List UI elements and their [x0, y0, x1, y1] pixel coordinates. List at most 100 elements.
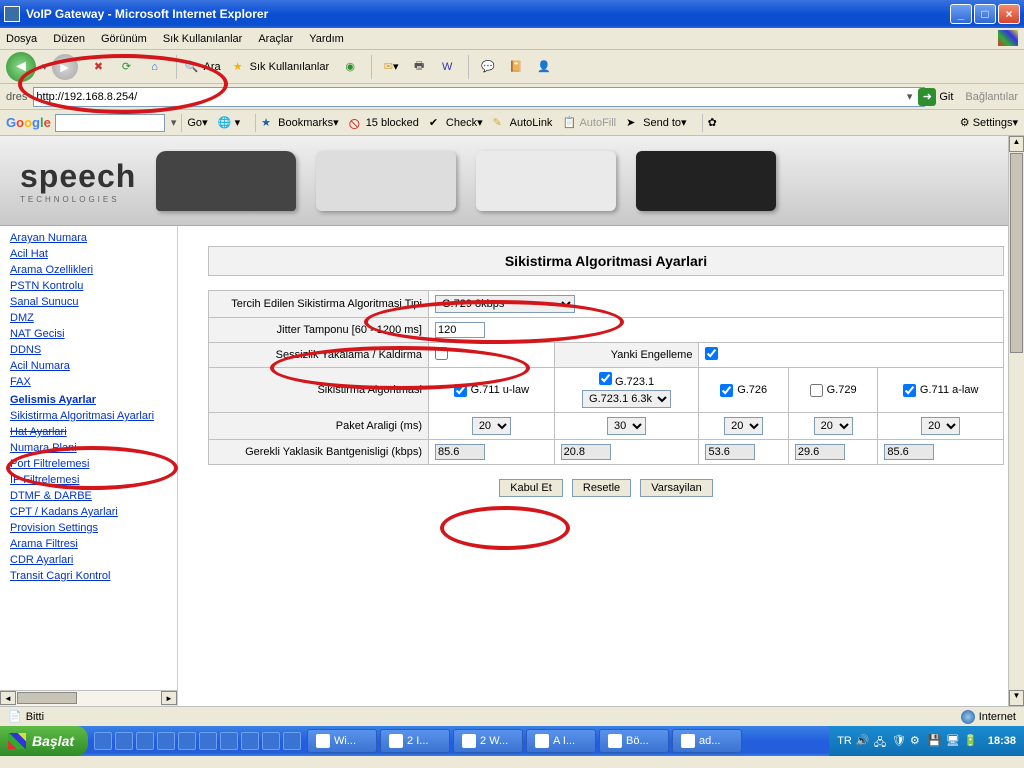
hscroll-thumb[interactable]	[17, 692, 77, 704]
ql-icon[interactable]	[157, 732, 175, 750]
codec3-checkbox[interactable]	[720, 384, 733, 397]
sidebar-item[interactable]: FAX	[0, 374, 177, 390]
forward-button[interactable]: ►	[52, 54, 78, 80]
sidebar-item[interactable]: Acil Numara	[0, 358, 177, 374]
menu-gorunum[interactable]: Görünüm	[101, 33, 147, 45]
task-button[interactable]: Bö...	[599, 729, 669, 753]
bookmarks-button[interactable]: ★Bookmarks▾	[261, 116, 339, 130]
sendto-button[interactable]: ➤Send to▾	[626, 116, 686, 130]
packet5-select[interactable]: 20	[921, 417, 960, 435]
sidebar-item-codec[interactable]: Sikistirma Algoritmasi Ayarlari	[0, 408, 177, 424]
vscroll-down[interactable]: ▼	[1009, 690, 1024, 706]
page-vscroll[interactable]: ▲ ▼	[1008, 136, 1024, 706]
back-dropdown[interactable]: ▾	[42, 60, 48, 73]
task-button[interactable]: ad...	[672, 729, 742, 753]
sidebar-section[interactable]: Gelismis Ayarlar	[0, 390, 177, 408]
sidebar-item[interactable]: Acil Hat	[0, 246, 177, 262]
start-button[interactable]: Başlat	[0, 726, 88, 756]
tray-icon[interactable]: 🖧	[874, 734, 888, 748]
history-button[interactable]: ◉	[337, 54, 363, 80]
ql-icon[interactable]	[283, 732, 301, 750]
minimize-button[interactable]: _	[950, 4, 972, 24]
favorites-button[interactable]: ★Sık Kullanılanlar	[229, 58, 330, 76]
ql-icon[interactable]	[241, 732, 259, 750]
tray-icon[interactable]: 🛡	[892, 734, 906, 748]
edit-button[interactable]: W	[434, 54, 460, 80]
sidebar-item[interactable]: DDNS	[0, 342, 177, 358]
default-button[interactable]: Varsayilan	[640, 479, 713, 497]
task-button[interactable]: 2 W...	[453, 729, 523, 753]
reset-button[interactable]: Resetle	[572, 479, 631, 497]
ql-icon[interactable]	[136, 732, 154, 750]
home-button[interactable]: ⌂	[142, 54, 168, 80]
messenger-button[interactable]: 👤	[531, 54, 557, 80]
sidebar-item[interactable]: NAT Gecisi	[0, 326, 177, 342]
tray-icon[interactable]: 🔋	[964, 734, 978, 748]
sidebar-item[interactable]: Arayan Numara	[0, 230, 177, 246]
sidebar-item[interactable]: Arama Ozellikleri	[0, 262, 177, 278]
task-button[interactable]: 2 I...	[380, 729, 450, 753]
menu-sik[interactable]: Sık Kullanılanlar	[163, 33, 243, 45]
menu-araclar[interactable]: Araçlar	[258, 33, 293, 45]
ql-icon[interactable]	[178, 732, 196, 750]
address-input[interactable]	[33, 87, 924, 107]
menu-yardim[interactable]: Yardım	[309, 33, 344, 45]
sidebar-hscroll[interactable]: ◄ ►	[0, 690, 177, 706]
discuss-button[interactable]: 💬	[475, 54, 501, 80]
packet3-select[interactable]: 20	[724, 417, 763, 435]
codec5-checkbox[interactable]	[903, 384, 916, 397]
ql-icon[interactable]	[220, 732, 238, 750]
google-more-button[interactable]: ✿	[708, 116, 717, 129]
sidebar-item[interactable]: Arama Filtresi	[0, 536, 177, 552]
sidebar-item[interactable]: Provision Settings	[0, 520, 177, 536]
vscroll-thumb[interactable]	[1010, 153, 1023, 353]
ql-icon[interactable]	[199, 732, 217, 750]
spellcheck-button[interactable]: ✔Check ▾	[429, 116, 483, 130]
print-button[interactable]: 🖶	[406, 54, 432, 80]
mail-button[interactable]: ✉▾	[378, 54, 404, 80]
task-button[interactable]: A I...	[526, 729, 596, 753]
autolink-button[interactable]: ✎AutoLink	[493, 116, 553, 130]
echo-checkbox[interactable]	[705, 347, 718, 360]
ql-icon[interactable]	[94, 732, 112, 750]
go-button[interactable]: ➜ Git	[918, 88, 953, 106]
sidebar-item[interactable]: Port Filtrelemesi	[0, 456, 177, 472]
sidebar-item[interactable]: DTMF & DARBE	[0, 488, 177, 504]
popup-blocked-button[interactable]: 🛇15 blocked	[349, 116, 419, 130]
refresh-button[interactable]: ⟳	[114, 54, 140, 80]
google-settings-button[interactable]: ⚙ Settings▾	[960, 116, 1018, 129]
vscroll-up[interactable]: ▲	[1009, 136, 1024, 152]
jitter-input[interactable]	[435, 322, 485, 338]
sidebar-item[interactable]: Transit Cagri Kontrol	[0, 568, 177, 584]
clock[interactable]: 18:38	[988, 735, 1016, 747]
sidebar-item[interactable]: DMZ	[0, 310, 177, 326]
sidebar-item[interactable]: PSTN Kontrolu	[0, 278, 177, 294]
codec2-checkbox[interactable]	[599, 372, 612, 385]
google-search-input[interactable]	[55, 114, 165, 132]
packet2-select[interactable]: 30	[607, 417, 646, 435]
hscroll-left[interactable]: ◄	[0, 691, 16, 705]
sidebar-item[interactable]: CDR Ayarlari	[0, 552, 177, 568]
links-label[interactable]: Bağlantılar	[965, 91, 1018, 103]
google-go-button[interactable]: Go ▾	[187, 116, 207, 129]
close-button[interactable]: ×	[998, 4, 1020, 24]
back-button[interactable]: ◄	[6, 52, 36, 82]
sidebar-item[interactable]: CPT / Kadans Ayarlari	[0, 504, 177, 520]
ql-icon[interactable]	[115, 732, 133, 750]
ql-icon[interactable]	[262, 732, 280, 750]
menu-dosya[interactable]: Dosya	[6, 33, 37, 45]
packet4-select[interactable]: 20	[814, 417, 853, 435]
search-button[interactable]: 🔍Ara	[183, 58, 221, 76]
stop-button[interactable]: ✖	[86, 54, 112, 80]
google-search-dropdown[interactable]: ▾	[171, 116, 177, 129]
google-news-button[interactable]: 🌐▾	[218, 116, 241, 130]
codec4-checkbox[interactable]	[810, 384, 823, 397]
tray-icon[interactable]: 🖥	[946, 734, 960, 748]
sidebar-item[interactable]: IP Filtrelemesi	[0, 472, 177, 488]
task-button[interactable]: Wi...	[307, 729, 377, 753]
codec-type-select[interactable]: G.729 8kbps	[435, 295, 575, 313]
accept-button[interactable]: Kabul Et	[499, 479, 563, 497]
sidebar-item[interactable]: Sanal Sunucu	[0, 294, 177, 310]
maximize-button[interactable]: □	[974, 4, 996, 24]
hscroll-right[interactable]: ►	[161, 691, 177, 705]
